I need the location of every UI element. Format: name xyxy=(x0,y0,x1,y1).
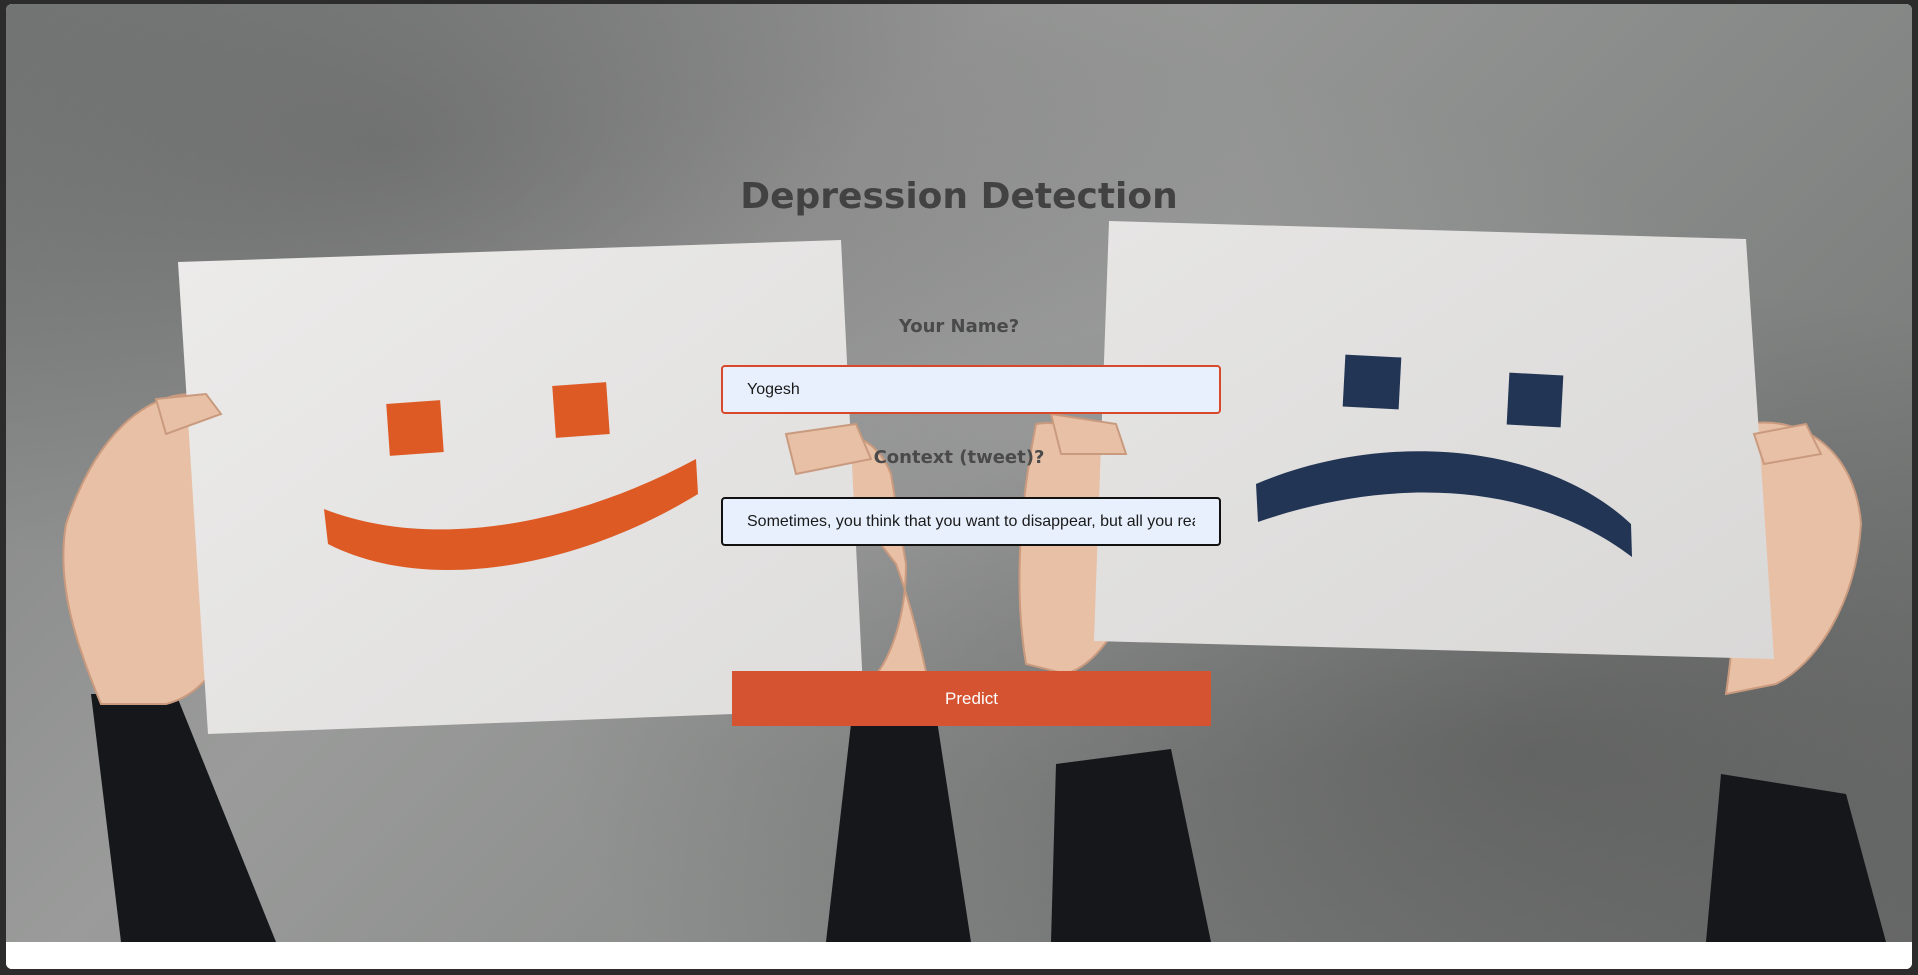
page-bottom-strip xyxy=(6,942,1912,969)
sad-face-sign xyxy=(1094,221,1774,659)
hands-holding-signs-illustration xyxy=(62,221,1886,942)
name-input[interactable] xyxy=(721,365,1221,414)
right-arm-sleeve xyxy=(1051,749,1886,942)
context-label: Context (tweet)? xyxy=(873,447,1045,468)
name-label: Your Name? xyxy=(898,316,1020,337)
page-title: Depression Detection xyxy=(740,176,1178,217)
predict-button[interactable]: Predict xyxy=(732,671,1211,726)
context-input[interactable] xyxy=(721,497,1221,546)
browser-viewport: Depression Detection Your Name? Context … xyxy=(6,4,1912,969)
happy-face-sign xyxy=(178,240,864,734)
hero-background: Depression Detection Your Name? Context … xyxy=(6,4,1912,942)
